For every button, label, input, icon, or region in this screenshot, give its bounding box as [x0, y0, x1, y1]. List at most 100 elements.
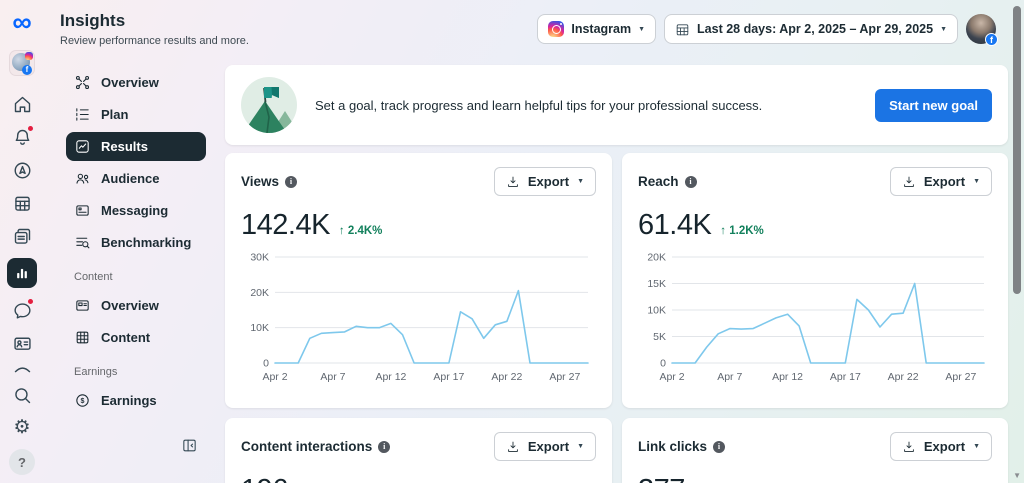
help-button[interactable]: ?: [9, 449, 35, 475]
download-icon: [508, 441, 518, 452]
views-card: Views i Export ▼ 142.4K ↑ 2.4K% 0 10K 20K 3…: [225, 153, 612, 408]
sidebar-item-label: Benchmarking: [101, 235, 192, 250]
insights-icon[interactable]: [7, 258, 37, 288]
metric-value: 196: [241, 474, 288, 483]
info-icon[interactable]: i: [378, 440, 391, 453]
export-button[interactable]: Export ▼: [493, 432, 596, 461]
date-range-selector[interactable]: Last 28 days: Apr 2, 2025 – Apr 29, 2025…: [664, 14, 958, 44]
scrollbar-thumb[interactable]: [1013, 6, 1021, 294]
search-icon[interactable]: [11, 384, 33, 406]
sidebar-item-audience[interactable]: Audience: [66, 164, 206, 193]
inbox-icon[interactable]: [11, 298, 34, 321]
svg-text:$: $: [81, 397, 85, 405]
main-content: Set a goal, track progress and learn hel…: [225, 65, 1008, 483]
sidebar-item-earnings[interactable]: $ Earnings: [66, 386, 206, 415]
collapse-sidebar-icon[interactable]: [181, 437, 198, 459]
reach-card: Reach i Export ▼ 61.4K ↑ 1.2K% 0 5K 10K 15K…: [622, 153, 1008, 408]
sidebar-item-messaging[interactable]: Messaging: [66, 196, 206, 225]
sidebar-item-content-overview[interactable]: Overview: [66, 291, 206, 320]
chevron-down-icon: ▼: [973, 178, 980, 185]
metric-value: 142.4K: [241, 209, 330, 241]
facebook-badge-icon: f: [22, 65, 32, 75]
info-icon[interactable]: i: [713, 440, 726, 453]
svg-text:20K: 20K: [250, 287, 269, 299]
svg-text:10K: 10K: [250, 322, 269, 334]
sidebar-item-results[interactable]: Results: [66, 132, 206, 161]
download-icon: [508, 176, 518, 187]
insights-sidebar: Overview Plan Results Audience Messaging…: [44, 68, 225, 418]
sidebar-item-label: Plan: [101, 107, 129, 122]
export-button[interactable]: Export ▼: [493, 167, 596, 196]
info-icon[interactable]: i: [684, 175, 697, 188]
account-selector-label: Instagram: [571, 22, 632, 36]
business-portfolio-avatar[interactable]: f: [9, 50, 35, 76]
account-selector[interactable]: Instagram ▼: [537, 14, 657, 44]
svg-text:Apr 17: Apr 17: [830, 371, 861, 383]
svg-text:15K: 15K: [647, 278, 666, 290]
ads-icon[interactable]: [11, 159, 33, 181]
goal-banner: Set a goal, track progress and learn hel…: [225, 65, 1008, 145]
card-title: Views: [241, 174, 280, 189]
sidebar-item-content[interactable]: Content: [66, 323, 206, 352]
svg-text:0: 0: [263, 358, 269, 370]
svg-text:Apr 22: Apr 22: [888, 371, 919, 383]
svg-text:Apr 2: Apr 2: [659, 371, 684, 383]
metric-value: 377: [638, 474, 685, 483]
export-button[interactable]: Export ▼: [889, 167, 992, 196]
svg-text:5K: 5K: [653, 331, 666, 343]
meta-logo[interactable]: ∞: [12, 8, 31, 36]
settings-gear-icon[interactable]: ⚙: [11, 417, 33, 439]
svg-text:Apr 22: Apr 22: [491, 371, 522, 383]
info-icon[interactable]: i: [285, 175, 298, 188]
profile-avatar[interactable]: f: [966, 14, 998, 46]
sidebar-item-label: Overview: [101, 75, 159, 90]
page-subtitle: Review performance results and more.: [60, 35, 249, 47]
metric-value: 61.4K: [638, 209, 712, 241]
home-icon[interactable]: [11, 93, 33, 115]
scrollbar-down-arrow[interactable]: ▼: [1013, 471, 1021, 480]
sidebar-item-benchmarking[interactable]: Benchmarking: [66, 228, 206, 257]
planner-icon[interactable]: [11, 192, 33, 214]
instagram-badge-icon: [25, 52, 33, 60]
content-posts-icon[interactable]: [11, 225, 33, 247]
download-icon: [904, 176, 914, 187]
metrics-grid: Views i Export ▼ 142.4K ↑ 2.4K% 0 10K 20K 3…: [225, 153, 1008, 483]
svg-text:Apr 7: Apr 7: [717, 371, 742, 383]
sidebar-item-overview[interactable]: Overview: [66, 68, 206, 97]
notifications-icon[interactable]: [11, 125, 34, 148]
instagram-icon: [548, 21, 565, 37]
svg-text:Apr 12: Apr 12: [375, 371, 406, 383]
goal-illustration: [241, 77, 297, 133]
date-range-label: Last 28 days: Apr 2, 2025 – Apr 29, 2025: [697, 22, 934, 36]
export-button[interactable]: Export ▼: [889, 432, 992, 461]
svg-text:20K: 20K: [647, 252, 666, 264]
views-chart: 0 10K 20K 30K Apr 2 Apr 7 Apr 12 Apr 17 Apr 22 Ap…: [241, 247, 596, 387]
sidebar-section-content: Content: [74, 271, 113, 283]
content-interactions-card: Content interactions i Export ▼ 196 ↑ 11…: [225, 418, 612, 483]
left-icon-rail: ∞ f ⚙ ?: [0, 0, 44, 483]
svg-text:30K: 30K: [250, 252, 269, 264]
svg-text:10K: 10K: [647, 305, 666, 317]
page-scrollbar[interactable]: ▼: [1011, 0, 1023, 483]
chevron-down-icon: ▼: [973, 443, 980, 450]
chevron-down-icon: ▼: [577, 178, 584, 185]
sidebar-item-label: Overview: [101, 298, 159, 313]
page-title: Insights: [60, 11, 126, 30]
inbox-notification-dot: [27, 298, 34, 305]
metric-delta: ↑ 1.2K%: [720, 225, 764, 237]
sidebar-item-label: Earnings: [101, 393, 157, 408]
contacts-icon[interactable]: [11, 332, 33, 354]
sidebar-item-label: Messaging: [101, 203, 169, 218]
reach-chart: 0 5K 10K 15K 20K Apr 2 Apr 7 Apr 12 Apr 17 Apr 22…: [638, 247, 992, 387]
sidebar-item-label: Audience: [101, 171, 160, 186]
card-title: Reach: [638, 174, 679, 189]
svg-text:Apr 27: Apr 27: [945, 371, 976, 383]
svg-text:0: 0: [660, 358, 666, 370]
page-header: Insights Review performance results and …: [60, 11, 249, 47]
start-new-goal-button[interactable]: Start new goal: [875, 88, 992, 122]
calendar-icon: [676, 23, 689, 35]
card-title: Link clicks: [638, 439, 708, 454]
sidebar-item-plan[interactable]: Plan: [66, 100, 206, 129]
metric-delta: ↑ 2.4K%: [338, 225, 383, 237]
facebook-badge-icon: f: [985, 33, 998, 46]
